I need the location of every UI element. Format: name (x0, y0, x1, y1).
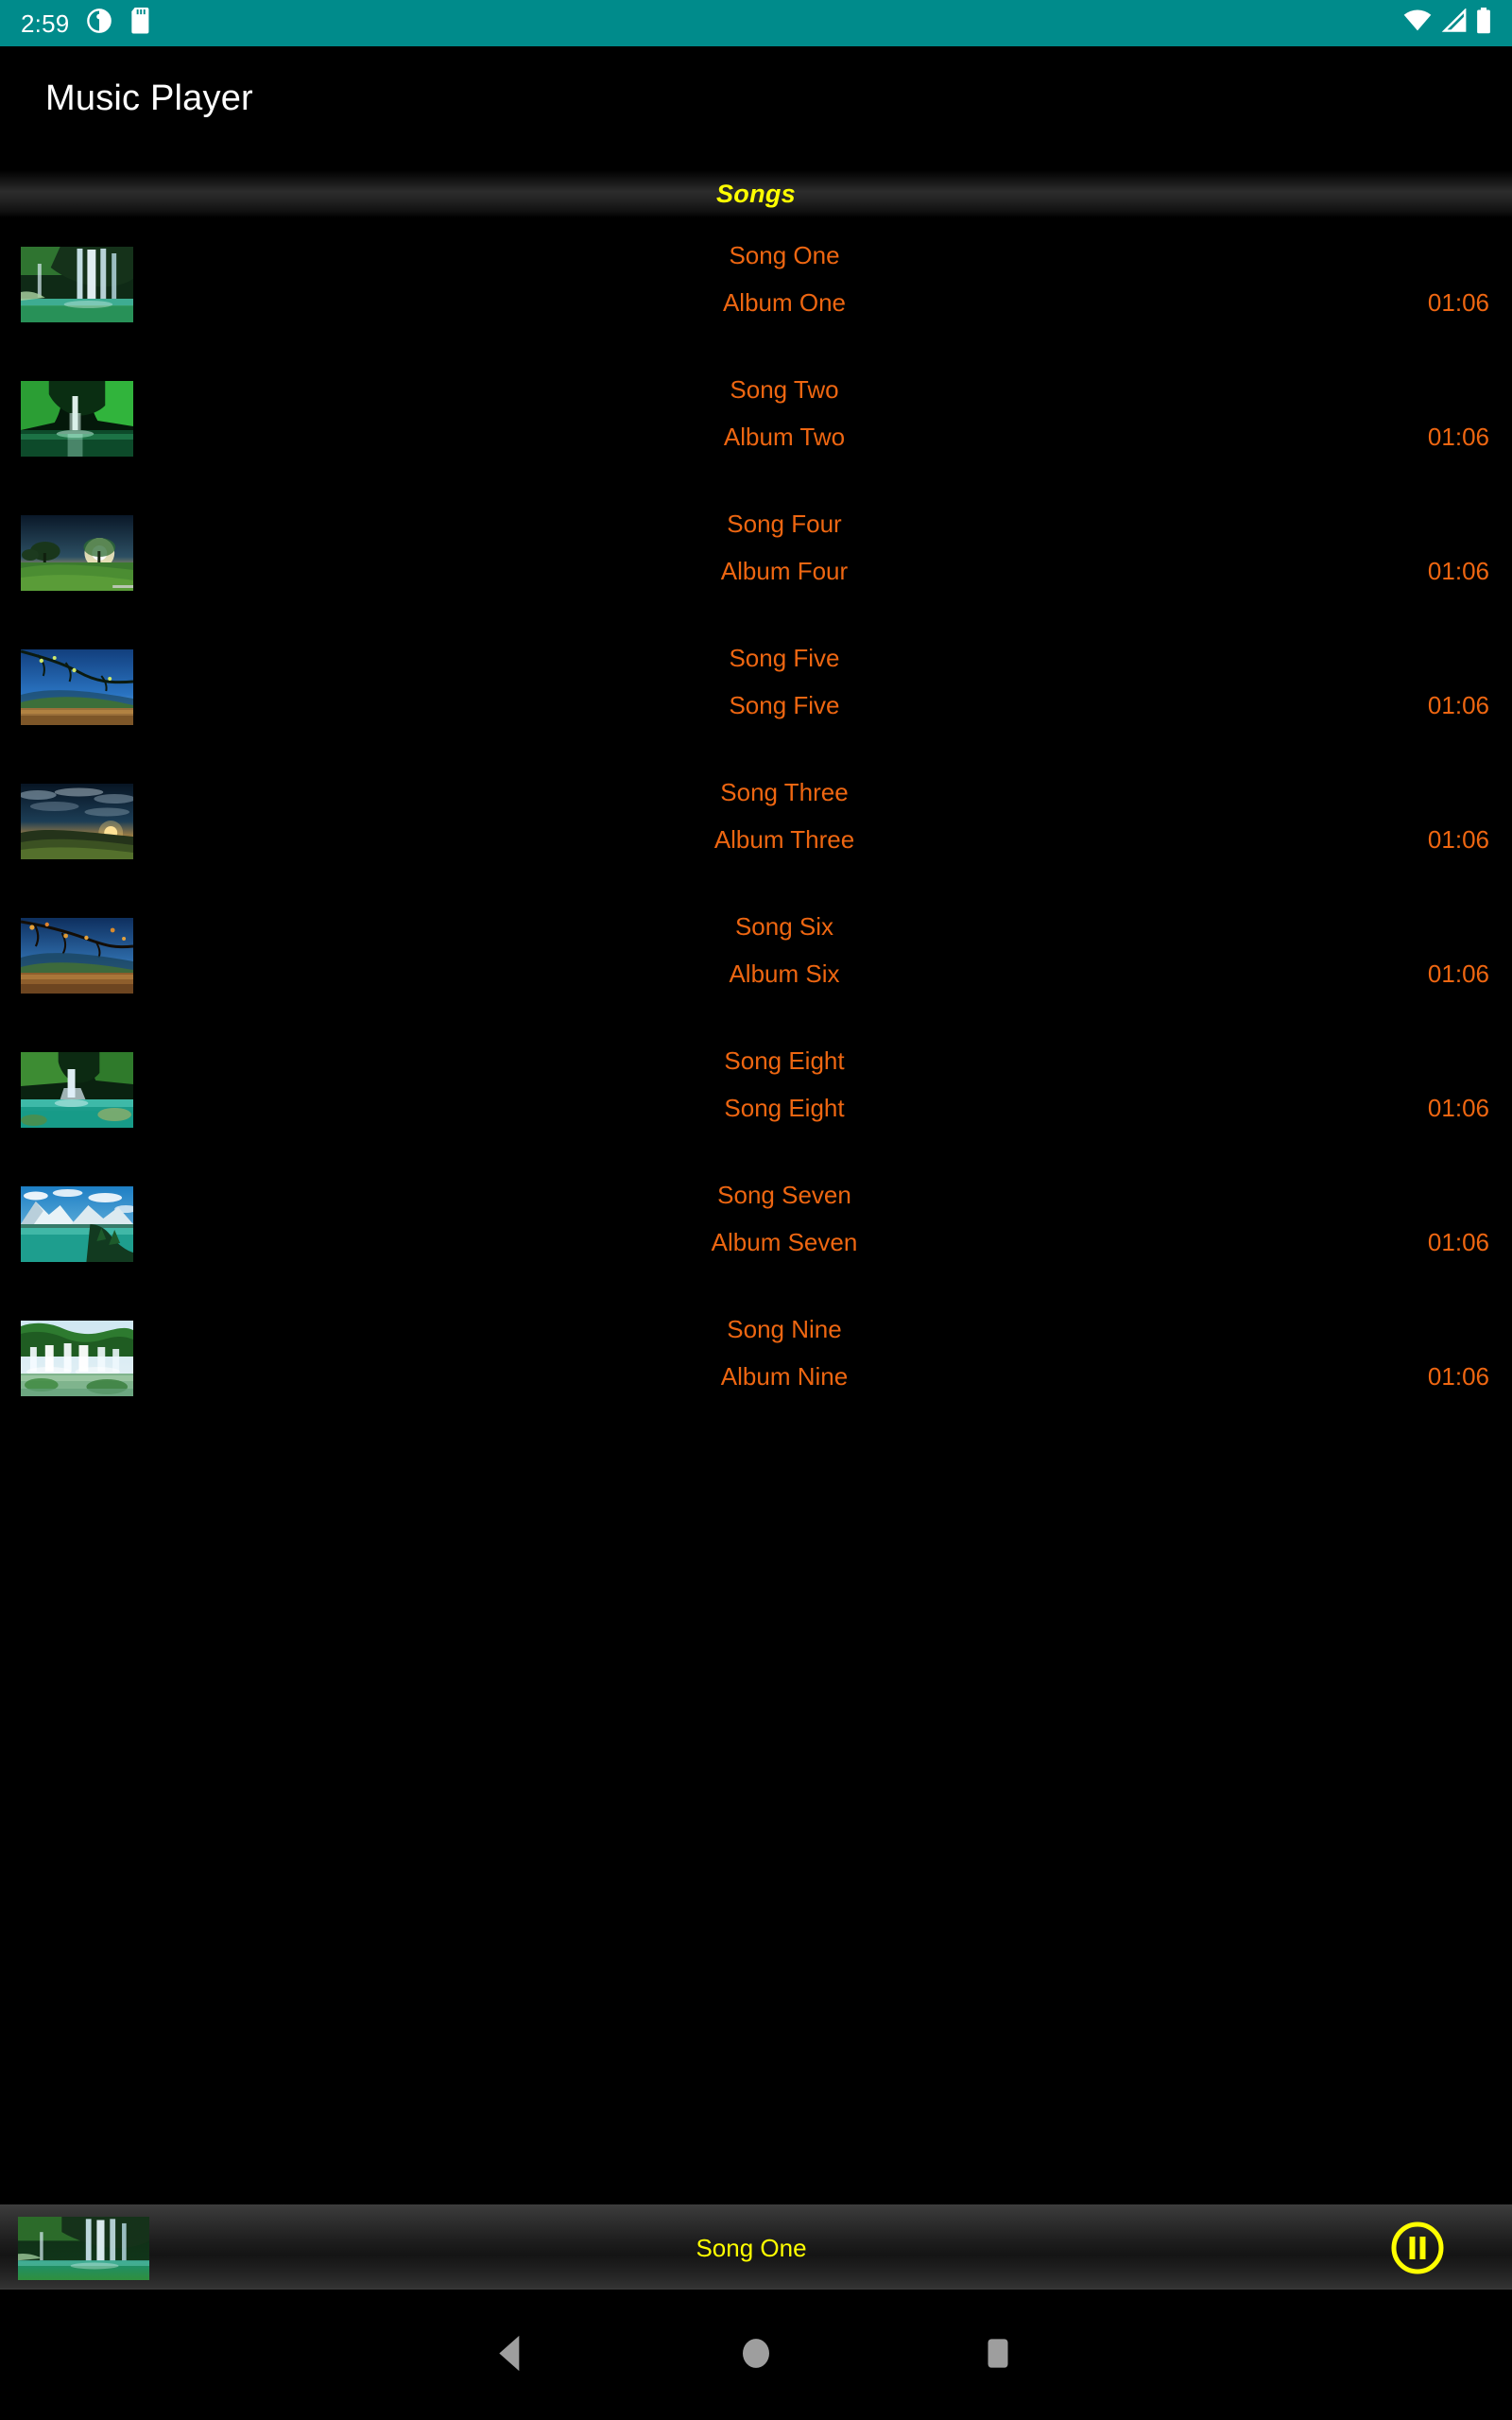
recents-icon (988, 2338, 1008, 2368)
song-duration: 01:06 (1427, 423, 1489, 451)
song-duration: 01:06 (1427, 1228, 1489, 1256)
song-duration: 01:06 (1427, 557, 1489, 585)
song-row-texts: Song Eight Song Eight 01:06 (0, 1023, 1512, 1157)
song-duration: 01:06 (1427, 1094, 1489, 1122)
song-duration: 01:06 (1427, 959, 1489, 988)
song-title: Song Five (729, 644, 840, 672)
song-duration: 01:06 (1427, 288, 1489, 317)
music-player-screen: 2:59 Music Player Songs Song One Album O… (0, 0, 1512, 2420)
song-album: Album Seven (711, 1228, 858, 1256)
contrast-circle-icon (86, 8, 112, 39)
song-row-texts: Song Three Album Three 01:06 (0, 754, 1512, 889)
song-title: Song Four (727, 510, 842, 538)
song-row[interactable]: Song Three Album Three 01:06 (0, 754, 1512, 889)
song-list[interactable]: Song One Album One 01:06 Song Two Album Two… (0, 217, 1512, 2198)
song-row-texts: Song Seven Album Seven 01:06 (0, 1157, 1512, 1291)
song-title: Song Six (734, 912, 834, 941)
song-row[interactable]: Song Eight Song Eight 01:06 (0, 1023, 1512, 1157)
play-pause-button[interactable] (1389, 2220, 1446, 2276)
song-row[interactable]: Song One Album One 01:06 (0, 217, 1512, 352)
android-navigation-bar (0, 2290, 1512, 2420)
song-row-texts: Song One Album One 01:06 (0, 217, 1512, 352)
song-row[interactable]: Song Four Album Four 01:06 (0, 486, 1512, 620)
song-title: Song Two (730, 375, 839, 404)
nav-home-button[interactable] (730, 2326, 782, 2384)
status-bar-left: 2:59 (21, 8, 152, 39)
song-title: Song Seven (717, 1181, 851, 1209)
now-playing-bar[interactable]: Song One (0, 2204, 1512, 2290)
app-bar: Music Player (0, 46, 1512, 150)
song-album: Album Nine (720, 1362, 849, 1391)
song-title: Song One (729, 241, 840, 269)
song-title: Song Three (720, 778, 849, 806)
song-title: Song Nine (727, 1315, 842, 1343)
status-bar-right (1403, 8, 1491, 39)
songs-section-label: Songs (715, 179, 796, 208)
battery-icon (1476, 8, 1491, 39)
song-row-texts: Song Four Album Four 01:06 (0, 486, 1512, 620)
cellular-signal-icon (1441, 8, 1467, 38)
song-album: Song Five (729, 691, 840, 719)
status-clock: 2:59 (21, 9, 70, 38)
sd-card-icon (129, 8, 152, 39)
wifi-icon (1403, 9, 1432, 38)
nav-back-button[interactable] (484, 2326, 537, 2384)
song-row[interactable]: Song Seven Album Seven 01:06 (0, 1157, 1512, 1291)
song-row-texts: Song Five Song Five 01:06 (0, 620, 1512, 754)
home-icon (743, 2338, 769, 2368)
song-row[interactable]: Song Five Song Five 01:06 (0, 620, 1512, 754)
nav-recents-button[interactable] (971, 2326, 1024, 2384)
song-duration: 01:06 (1427, 691, 1489, 719)
song-album: Album Six (729, 959, 840, 988)
song-row-texts: Song Six Album Six 01:06 (0, 889, 1512, 1023)
song-row-texts: Song Nine Album Nine 01:06 (0, 1291, 1512, 1426)
songs-section-header: Songs (0, 170, 1512, 217)
song-row[interactable]: Song Nine Album Nine 01:06 (0, 1291, 1512, 1426)
song-row-texts: Song Two Album Two 01:06 (0, 352, 1512, 486)
song-row[interactable]: Song Six Album Six 01:06 (0, 889, 1512, 1023)
song-album: Album Three (713, 825, 855, 854)
song-duration: 01:06 (1427, 825, 1489, 854)
now-playing-title: Song One (696, 2233, 807, 2262)
song-album: Song Eight (724, 1094, 845, 1122)
song-album: Album Four (720, 557, 849, 585)
song-duration: 01:06 (1427, 1362, 1489, 1391)
song-album: Album One (722, 288, 847, 317)
back-icon (499, 2335, 520, 2371)
song-album: Album Two (723, 423, 846, 451)
status-bar: 2:59 (0, 0, 1512, 46)
page-title: Music Player (45, 78, 253, 118)
song-title: Song Eight (724, 1046, 845, 1075)
pause-icon (1391, 2221, 1444, 2274)
song-row[interactable]: Song Two Album Two 01:06 (0, 352, 1512, 486)
